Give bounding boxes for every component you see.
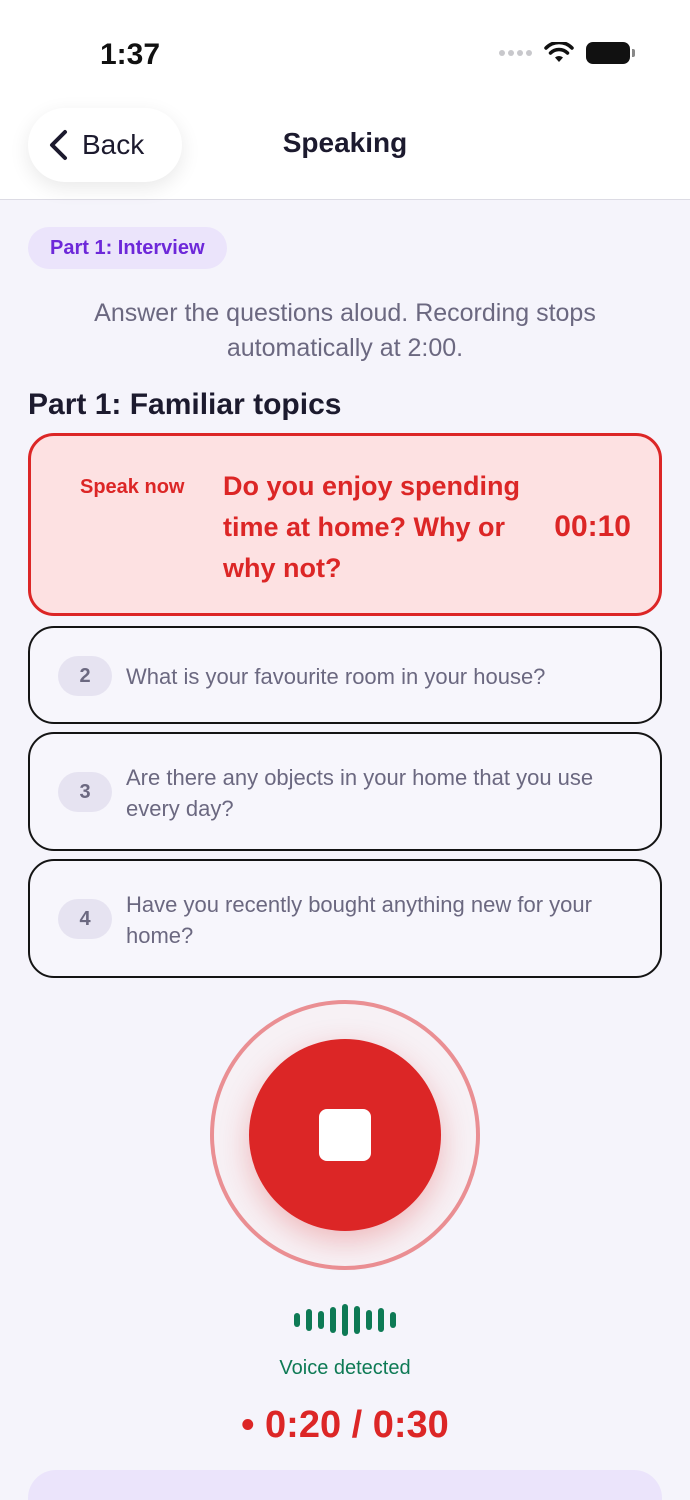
question-card: 2 What is your favourite room in your ho… bbox=[28, 626, 662, 724]
question-number: 2 bbox=[58, 656, 112, 696]
status-icons bbox=[499, 42, 635, 64]
part-badge: Part 1: Interview bbox=[28, 227, 227, 269]
bottom-panel bbox=[28, 1470, 662, 1500]
question-number: 4 bbox=[58, 899, 112, 939]
question-number: 3 bbox=[58, 772, 112, 812]
page-title: Speaking bbox=[282, 127, 408, 158]
header: 1:37 Back Speaking bbox=[0, 0, 690, 200]
speak-now-label: Speak now bbox=[80, 476, 185, 498]
question-card: 4 Have you recently bought anything new … bbox=[28, 859, 662, 978]
instructions-text: Answer the questions aloud. Recording st… bbox=[94, 299, 596, 362]
speaking-screen: 1:37 Back Speaking Part 1: Interview Ans… bbox=[0, 0, 690, 1500]
battery-icon bbox=[586, 42, 635, 64]
cellular-signal-icon bbox=[499, 50, 532, 56]
recording-time: • 0:20 / 0:30 bbox=[241, 1404, 449, 1446]
section-title: Part 1: Familiar topics bbox=[28, 388, 342, 421]
active-question-card: Speak now Do you enjoy spending time at … bbox=[28, 433, 662, 616]
voice-waveform-icon bbox=[0, 1302, 690, 1338]
stop-icon bbox=[319, 1109, 371, 1161]
question-text: Are there any objects in your home that … bbox=[126, 765, 594, 821]
active-question-text: Do you enjoy spending time at home? Why … bbox=[223, 471, 521, 583]
status-time: 1:37 bbox=[100, 38, 161, 71]
voice-status: Voice detected bbox=[279, 1357, 411, 1379]
stop-recording-button[interactable] bbox=[249, 1039, 441, 1231]
question-text: Have you recently bought anything new fo… bbox=[126, 892, 592, 948]
question-timer: 00:10 bbox=[554, 510, 631, 543]
wifi-icon bbox=[544, 42, 574, 62]
question-card: 3 Are there any objects in your home tha… bbox=[28, 732, 662, 851]
question-text: What is your favourite room in your hous… bbox=[126, 664, 546, 689]
